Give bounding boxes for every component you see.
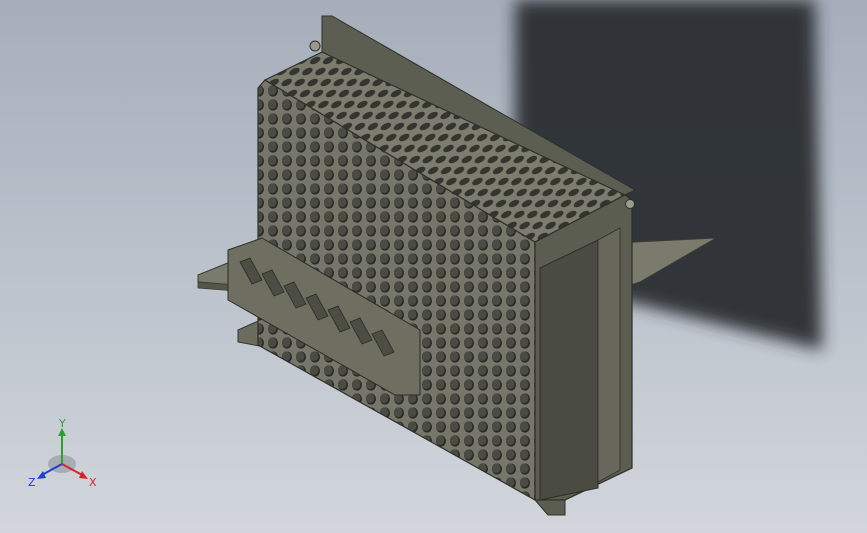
y-axis-label: Y [58, 418, 66, 430]
x-axis-arrow [79, 471, 88, 479]
screw [625, 199, 635, 209]
axis-triad: Y X Z [28, 418, 97, 489]
model-view[interactable] [0, 0, 867, 533]
bottom-foot [533, 499, 566, 516]
cad-viewport[interactable]: Y X Z [0, 0, 867, 533]
x-axis-label: X [89, 476, 97, 489]
front-recess [539, 239, 599, 501]
screw [309, 40, 321, 52]
z-axis-arrow [37, 471, 46, 479]
front-ridge [597, 227, 621, 483]
z-axis-label: Z [28, 476, 36, 489]
